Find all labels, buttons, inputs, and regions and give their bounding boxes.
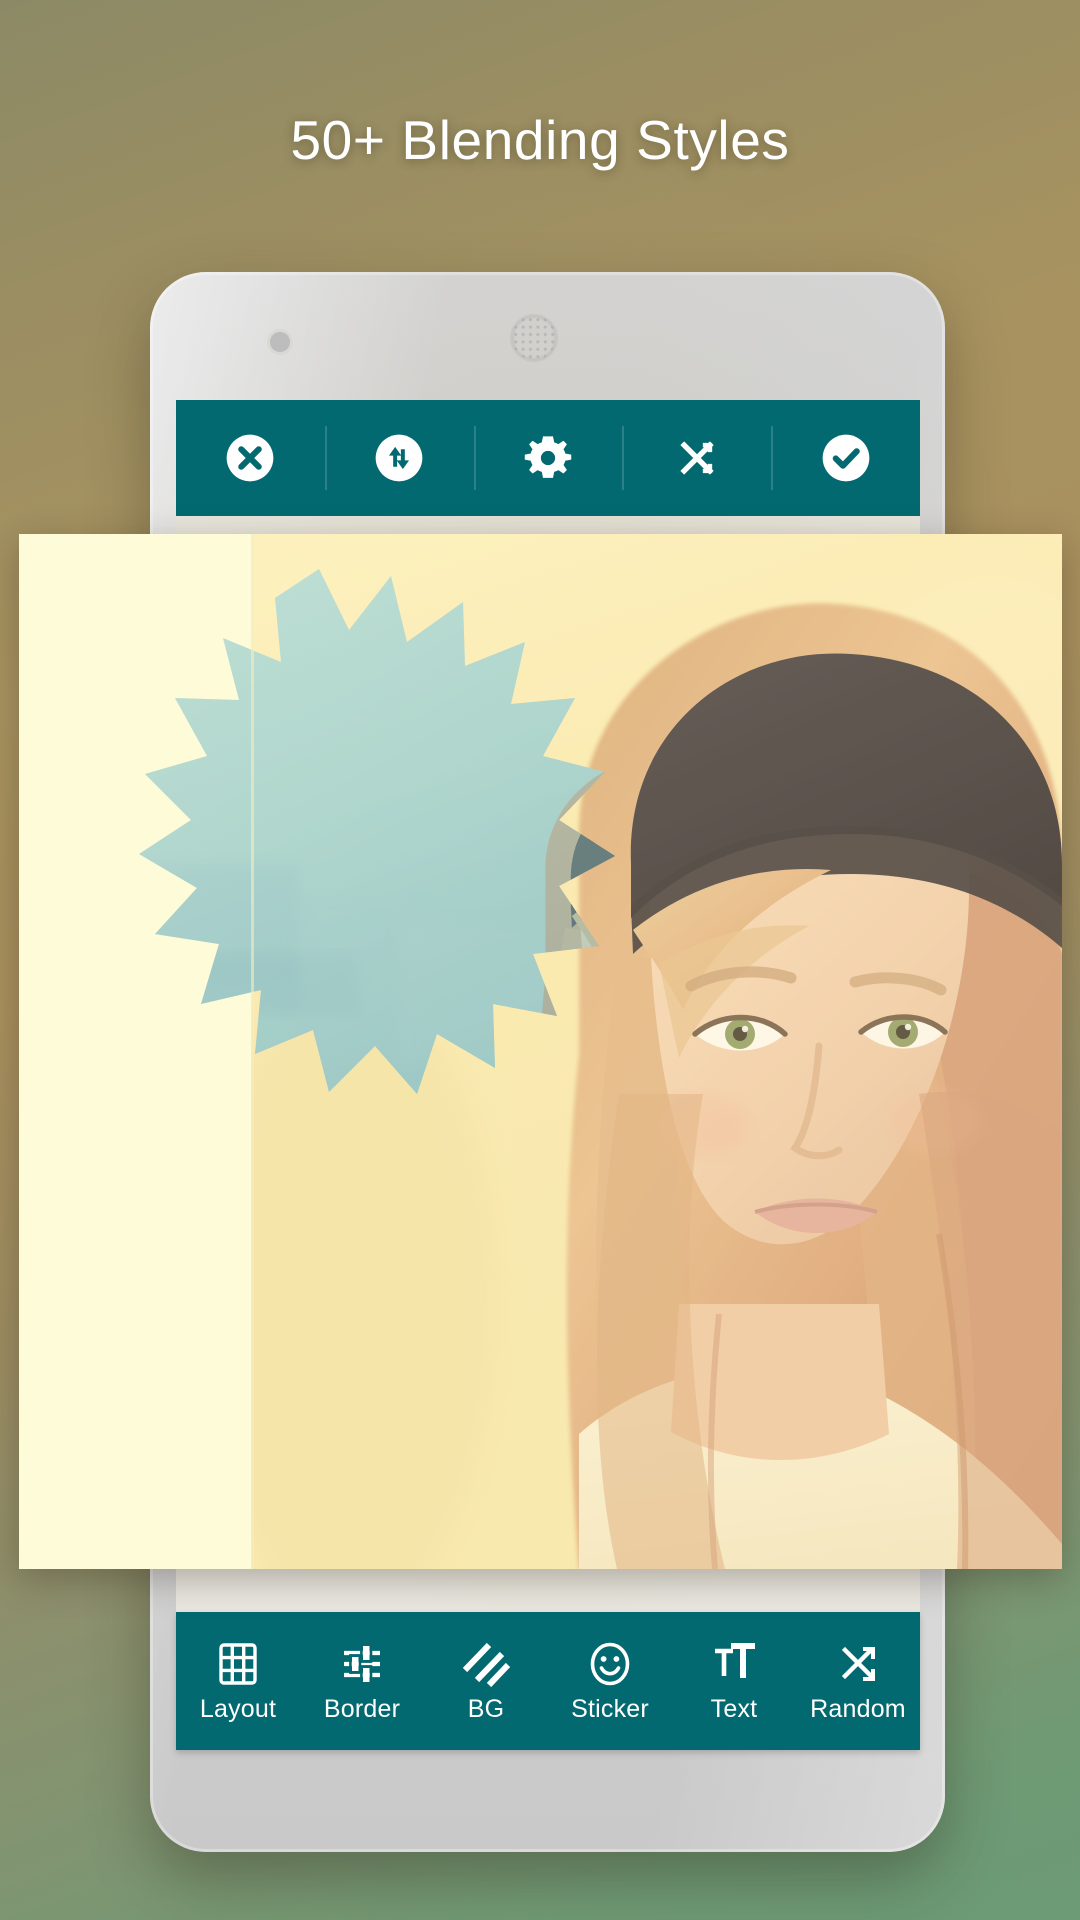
nav-label: Sticker — [571, 1695, 649, 1723]
text-size-icon — [715, 1643, 755, 1678]
promo-screenshot: 50+ Blending Styles Layout Border BG Sti… — [0, 0, 1080, 1920]
settings-button[interactable] — [473, 400, 623, 516]
editor-top-toolbar — [176, 400, 920, 516]
nav-label: Random — [810, 1695, 906, 1723]
close-button[interactable] — [176, 400, 325, 516]
collage-canvas[interactable] — [19, 534, 1062, 1569]
shuffle-button[interactable] — [622, 400, 771, 516]
nav-item-border[interactable]: Border — [300, 1612, 424, 1750]
front-camera-icon — [270, 332, 290, 352]
nav-label: Text — [710, 1695, 758, 1723]
done-button[interactable] — [771, 400, 920, 516]
editor-bottom-toolbar: Layout Border BG Sticker Text Random — [176, 1612, 920, 1750]
grid-icon — [219, 1643, 257, 1685]
nav-item-bg[interactable]: BG — [424, 1612, 548, 1750]
check-circle-icon — [822, 434, 869, 482]
nav-item-text[interactable]: Text — [672, 1612, 796, 1750]
nav-item-sticker[interactable]: Sticker — [548, 1612, 672, 1750]
swap-button[interactable] — [324, 400, 474, 516]
diagonal-stripes-icon — [462, 1642, 510, 1688]
close-circle-icon — [227, 434, 274, 482]
nav-label: Border — [323, 1695, 401, 1723]
shuffle-icon — [841, 1646, 875, 1681]
shuffle-icon — [680, 441, 714, 475]
collage-artwork — [19, 534, 1062, 1569]
nav-item-layout[interactable]: Layout — [176, 1612, 300, 1750]
speaker-grille-icon — [512, 316, 556, 360]
nav-label: Layout — [199, 1695, 277, 1723]
page-title: 50+ Blending Styles — [290, 109, 790, 171]
nav-item-random[interactable]: Random — [796, 1612, 920, 1750]
smiley-icon — [590, 1642, 630, 1686]
gear-icon — [524, 436, 572, 478]
nav-label: BG — [467, 1695, 505, 1723]
sliders-icon — [344, 1643, 380, 1685]
swap-vertical-circle-icon — [375, 434, 423, 482]
